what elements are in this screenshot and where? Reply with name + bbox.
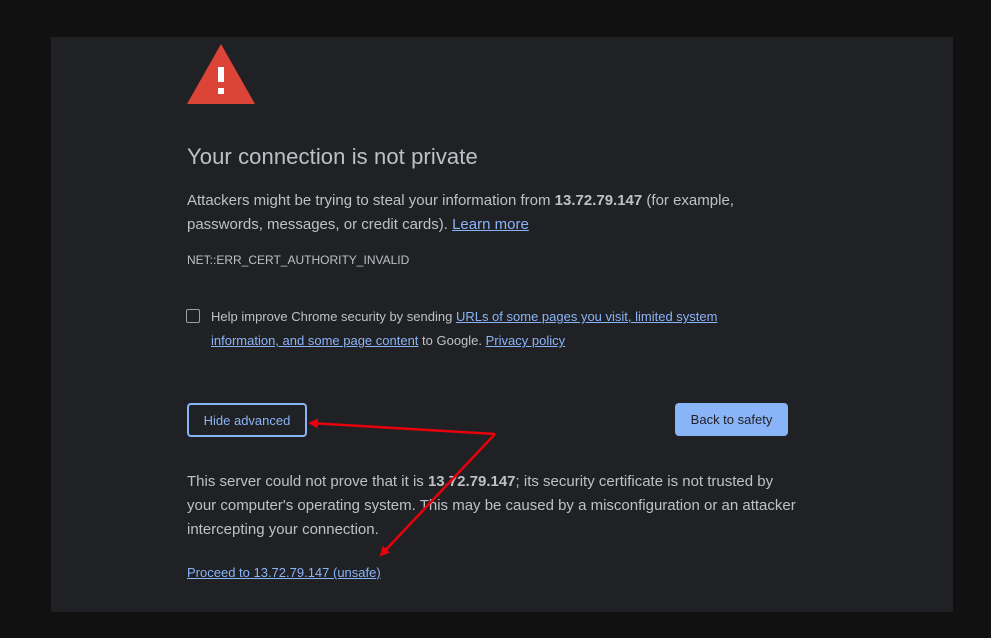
intro-text: Attackers might be trying to steal your …: [187, 189, 787, 237]
back-to-safety-button[interactable]: Back to safety: [675, 403, 788, 436]
interstitial-page: Your connection is not private Attackers…: [51, 37, 953, 612]
proceed-unsafe-link[interactable]: Proceed to 13.72.79.147 (unsafe): [187, 565, 381, 580]
hide-advanced-button[interactable]: Hide advanced: [187, 403, 307, 437]
error-code: NET::ERR_CERT_AUTHORITY_INVALID: [187, 253, 410, 267]
details-host: 13.72.79.147: [427, 473, 516, 490]
optin-middle: to Google.: [418, 333, 486, 348]
privacy-policy-link[interactable]: Privacy policy: [486, 333, 565, 348]
page-title: Your connection is not private: [187, 144, 478, 169]
intro-prefix: Attackers might be trying to steal your …: [187, 192, 555, 209]
optin-checkbox[interactable]: [186, 309, 200, 323]
details-text: This server could not prove that it is 1…: [187, 470, 797, 542]
host-name: 13.72.79.147: [554, 192, 643, 209]
warning-triangle-icon: [187, 44, 255, 104]
optin-text: Help improve Chrome security by sending …: [211, 305, 741, 353]
learn-more-link[interactable]: Learn more: [452, 216, 529, 233]
optin-prefix: Help improve Chrome security by sending: [211, 309, 456, 324]
details-prefix: This server could not prove that it is: [187, 473, 428, 490]
